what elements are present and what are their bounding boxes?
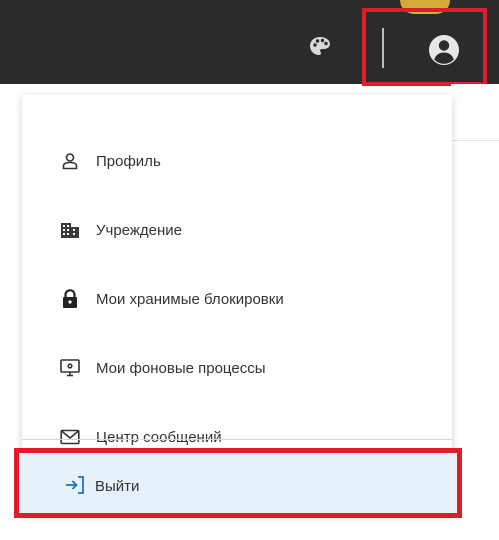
user-icon [59,150,81,172]
building-icon [59,219,81,241]
menu-item-stored-locks[interactable]: Мои хранимые блокировки [22,265,452,333]
top-app-bar [0,0,499,86]
lock-icon [59,288,81,310]
palette-icon [310,37,330,55]
envelope-icon [59,426,81,448]
menu-item-label: Мои фоновые процессы [96,359,266,377]
menu-item-label: Мои хранимые блокировки [96,290,284,308]
logout-label: Выйти [95,478,140,495]
menu-item-institution[interactable]: Учреждение [22,196,452,264]
account-circle-icon [429,35,459,65]
page-divider-line [451,140,499,141]
logout-menu-item[interactable]: Выйти [14,448,462,518]
menu-item-label: Учреждение [96,221,182,239]
menu-item-label: Центр сообщений [96,428,222,446]
menu-item-label: Профиль [96,152,161,170]
menu-item-background-processes[interactable]: Мои фоновые процессы [22,334,452,402]
menu-item-profile[interactable]: Профиль [22,127,452,195]
account-menu-button[interactable] [362,8,487,86]
menu-divider [22,439,452,440]
theme-palette-button[interactable] [306,34,334,58]
logout-icon [64,475,86,497]
monitor-gear-icon [59,357,81,379]
